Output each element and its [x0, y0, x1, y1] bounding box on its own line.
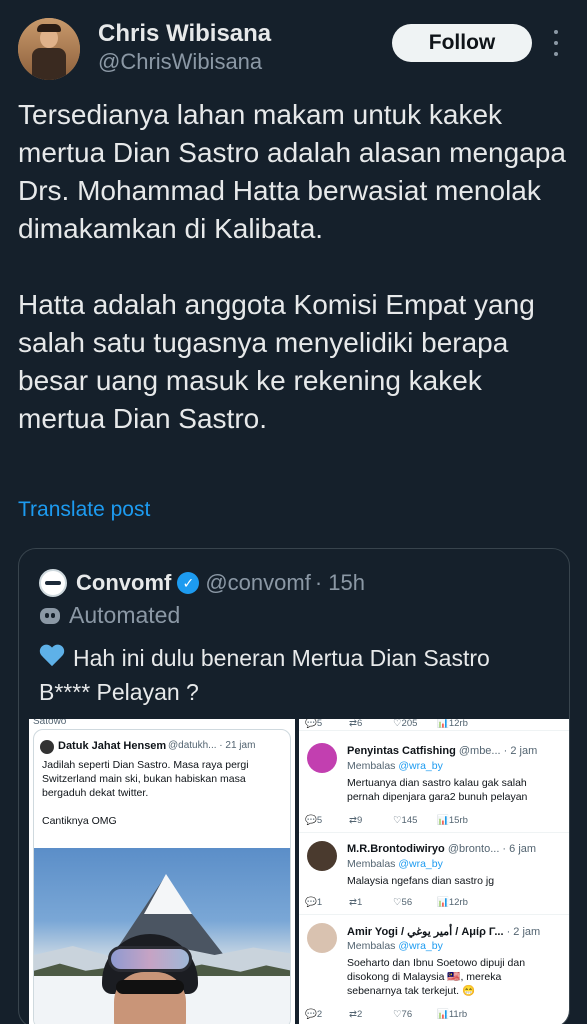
verified-badge-icon: ✓: [177, 572, 200, 594]
reply-count: 💬1: [305, 897, 323, 908]
like-count: ♡205: [393, 719, 418, 729]
quoted-author-name[interactable]: Convomf: [76, 570, 171, 596]
quoted-post-time: · 15h: [314, 570, 365, 595]
quoted-image-left[interactable]: Satowo Datuk Jahat Hensem @datukh... · 2…: [29, 719, 297, 1024]
avatar: [307, 743, 337, 773]
reply-text: Soeharto dan Ibnu Soetowo dipuji dan dis…: [347, 957, 526, 997]
follow-button[interactable]: Follow: [392, 24, 532, 62]
reply-item: M.R.Brontodiwiryo @bronto... · 6 jam Mem…: [299, 833, 569, 915]
reply-item: Amir Yogi / أمير يوغي / Aμίρ Γ... · 2 ja…: [299, 915, 569, 1024]
screenshot-text: Jadilah seperti Dian Sastro. Masa raya p…: [42, 759, 249, 827]
automated-label: Automated: [39, 601, 180, 629]
quoted-post-text: Hah ini dulu beneran Mertua Dian Sastro …: [39, 641, 549, 709]
views-count: 📊12rb: [437, 897, 468, 908]
quoted-post[interactable]: Convomf ✓ @convomf · 15h Automated Hah i…: [18, 548, 570, 1024]
reply-text: Malaysia ngefans dian sastro jg: [347, 875, 495, 887]
author-handle[interactable]: @ChrisWibisana: [98, 49, 262, 75]
quoted-post-header: Convomf ✓ @convomf · 15h: [39, 569, 365, 597]
cropped-text: Satowo: [33, 719, 67, 727]
views-count: 📊15rb: [437, 815, 468, 826]
author-name[interactable]: Chris Wibisana: [98, 20, 271, 48]
retweet-count: ⇄6: [349, 719, 363, 729]
author-avatar[interactable]: [18, 18, 80, 80]
reply-item: Penyintas Catfishing @mbe... · 2 jam Mem…: [299, 731, 569, 833]
post-header: Chris Wibisana @ChrisWibisana Follow: [18, 16, 573, 80]
retweet-count: ⇄2: [349, 1009, 363, 1020]
views-count: 📊12rb: [437, 719, 468, 729]
bot-icon: [39, 605, 61, 625]
ski-photo: [34, 848, 290, 1024]
reply-author: Penyintas Catfishing @mbe... · 2 jam: [347, 745, 538, 757]
translate-post-link[interactable]: Translate post: [18, 498, 150, 522]
screenshot-tweet-card: Datuk Jahat Hensem @datukh... · 21 jam J…: [33, 729, 291, 1024]
automated-text: Automated: [69, 601, 181, 628]
reply-count: 💬5: [305, 719, 323, 729]
quoted-image-right[interactable]: 💬5 ⇄6 ♡205 📊12rb Penyintas Catfishing @m…: [295, 719, 569, 1024]
retweet-count: ⇄1: [349, 897, 363, 908]
avatar: [40, 740, 54, 754]
replying-to: Membalas @wra_by: [347, 858, 443, 870]
replying-to: Membalas @wra_by: [347, 940, 443, 952]
screenshot-meta: @datukh... · 21 jam: [168, 740, 256, 751]
quoted-author-handle: @convomf: [205, 570, 311, 595]
blue-heart-icon: [39, 645, 65, 669]
screenshot-author: Datuk Jahat Hensem: [58, 740, 167, 752]
avatar: [307, 841, 337, 871]
reply-count: 💬2: [305, 1009, 323, 1020]
reply-author: Amir Yogi / أمير يوغي / Aμίρ Γ... · 2 ja…: [347, 926, 541, 938]
like-count: ♡56: [393, 897, 413, 908]
views-count: 📊11rb: [437, 1009, 468, 1020]
avatar: [307, 923, 337, 953]
like-count: ♡76: [393, 1009, 413, 1020]
reply-count: 💬5: [305, 815, 323, 826]
retweet-count: ⇄9: [349, 815, 363, 826]
reply-text: Mertuanya dian sastro kalau gak salah pe…: [347, 777, 528, 803]
quoted-author-avatar[interactable]: [39, 569, 67, 597]
stats-row: 💬5 ⇄6 ♡205 📊12rb: [299, 719, 569, 731]
quoted-post-body: Hah ini dulu beneran Mertua Dian Sastro …: [39, 645, 490, 705]
replying-to: Membalas @wra_by: [347, 760, 443, 772]
post-text: Tersedianya lahan makam untuk kakek mert…: [18, 99, 566, 434]
like-count: ♡145: [393, 815, 418, 826]
more-vertical-icon[interactable]: [550, 30, 562, 56]
reply-author: M.R.Brontodiwiryo @bronto... · 6 jam: [347, 843, 537, 855]
